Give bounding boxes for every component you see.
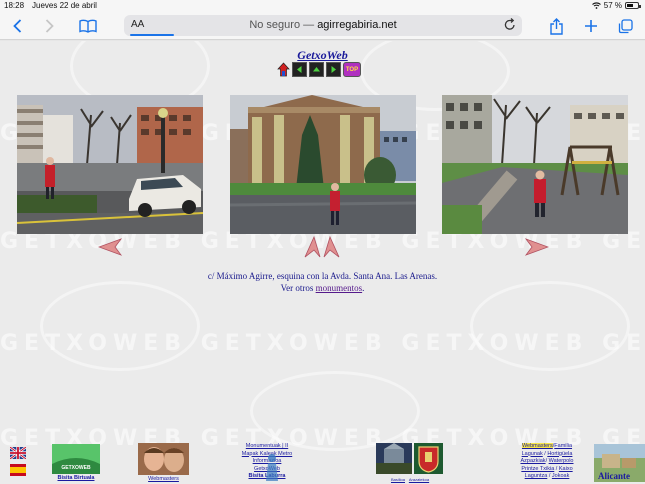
right-link-row: Laguntza / Jokoak	[513, 473, 581, 481]
laguntza-link[interactable]: Laguntza	[525, 473, 548, 479]
reload-button[interactable]	[504, 18, 516, 34]
statue-icon	[266, 454, 278, 481]
next-photo-arrow[interactable]	[524, 238, 550, 261]
right-link-row: Printze Txikia / Kaixo	[513, 466, 581, 474]
webmasters-photo[interactable]	[138, 443, 189, 475]
home-icon	[276, 62, 290, 77]
azpazkiak-link[interactable]: Azpazkiak	[520, 458, 545, 464]
caption-more-prefix: Ver otros	[280, 283, 314, 293]
top-button[interactable]: TOP	[343, 62, 361, 77]
previous-photo-arrow[interactable]	[97, 238, 123, 261]
alicante-photo[interactable]: Alicante	[594, 444, 645, 482]
caption-more-line: Ver otros monumentos.	[0, 282, 645, 294]
arrow-left-icon	[297, 66, 302, 73]
chevron-left-icon	[12, 19, 21, 33]
bookmarks-button[interactable]	[78, 16, 98, 36]
up-photo-arrow[interactable]	[304, 235, 340, 263]
caption-period: .	[362, 283, 365, 293]
back-button[interactable]	[10, 16, 24, 36]
background-swirl	[470, 281, 630, 371]
status-bar: 18:28 Jueves 22 de abril 57 %	[0, 0, 645, 12]
printze-txikia-link[interactable]: Printze Txikia	[521, 466, 554, 472]
status-indicators: 57 %	[591, 1, 641, 10]
previous-button[interactable]	[292, 62, 307, 77]
right-link-row: Lagunak / Hortigüela	[513, 451, 581, 459]
church-photo-center-image	[230, 95, 416, 234]
caption-location: c/ Máximo Agirre, esquina con la Avda. S…	[207, 271, 438, 281]
monumentos-link[interactable]: monumentos	[316, 283, 363, 293]
background-swirl	[40, 281, 200, 371]
lagunak-link[interactable]: Lagunak	[522, 451, 543, 457]
webmasters-right-link[interactable]: Webmasters	[521, 443, 553, 449]
waterpolo-link[interactable]: Waterpolo	[549, 458, 574, 464]
browser-toolbar: AA No seguro — agirregabiria.net	[0, 12, 645, 40]
hortiguela-link[interactable]: Hortigüela	[547, 451, 572, 457]
spain-flag-icon[interactable]	[10, 464, 26, 476]
plus-icon	[585, 20, 597, 32]
getxoweb-logo[interactable]: GETXOWEB	[52, 444, 100, 474]
bisita-birtuala-link[interactable]: Bisita Birtuala	[52, 475, 100, 481]
battery-percent: 57 %	[603, 1, 622, 10]
kaixo-link[interactable]: Kaixo	[559, 466, 573, 472]
battery-icon	[625, 2, 641, 9]
basilica-photo[interactable]	[376, 443, 412, 474]
coat-of-arms-image	[414, 443, 443, 474]
share-icon	[549, 17, 563, 35]
up-button[interactable]	[309, 62, 324, 77]
arrows-up-icon	[304, 235, 340, 258]
wifi-icon	[591, 2, 601, 9]
top-label: TOP	[345, 66, 359, 73]
right-link-row: Webmasters/Familia	[513, 443, 581, 451]
url-domain: agirregabiria.net	[317, 19, 397, 31]
status-time: 18:28	[4, 1, 25, 10]
street-photo-left[interactable]	[17, 95, 203, 234]
familia-link[interactable]: Familia	[554, 443, 572, 449]
basilioa-link[interactable]: Basilioa	[390, 477, 406, 482]
right-link-row: Azpazkiak/ Waterpolo	[513, 458, 581, 466]
share-button[interactable]	[547, 16, 565, 36]
new-tab-button[interactable]	[582, 16, 600, 36]
webmasters-link[interactable]: Webmasters	[138, 476, 189, 482]
url-display[interactable]: No seguro — agirregabiria.net	[124, 19, 522, 31]
getxoweb-logo-text: GETXOWEB	[61, 465, 91, 471]
home-button[interactable]	[276, 62, 290, 77]
right-links: Webmasters/Familia Lagunak / Hortigüela …	[513, 443, 581, 481]
arazatekoa-link[interactable]: Arazatekoa	[408, 477, 430, 482]
reload-icon	[504, 18, 515, 30]
tabs-icon	[618, 18, 633, 33]
loading-progress-bar	[130, 34, 174, 36]
uk-flag-icon[interactable]	[10, 447, 26, 459]
alicante-label: Alicante	[598, 471, 630, 481]
tabs-button[interactable]	[616, 16, 634, 36]
forward-button[interactable]	[42, 16, 56, 36]
arrow-up-icon	[313, 67, 320, 72]
footer-strip: GETXOWEB Bisita Birtuala Webmasters Monu…	[0, 439, 645, 484]
background-watermark: GETXOWEB GETXOWEB GETXOWEB GETXOWEB	[0, 331, 645, 356]
page-navigation: TOP	[276, 62, 361, 77]
monumentuak-link[interactable]: Monumentuak | II	[232, 443, 302, 451]
chevron-right-icon	[45, 19, 54, 33]
coat-of-arms[interactable]	[414, 443, 443, 474]
jokoak-link[interactable]: Jokoak	[552, 473, 569, 479]
status-date: Jueves 22 de abril	[32, 1, 97, 10]
photo-caption: c/ Máximo Agirre, esquina con la Avda. S…	[0, 270, 645, 294]
arrow-right-icon	[331, 66, 336, 73]
basilica-photo-image	[376, 443, 412, 474]
url-security-label: No seguro —	[249, 19, 315, 31]
address-bar[interactable]: AA No seguro — agirregabiria.net	[124, 15, 522, 36]
plaza-photo-right-image	[442, 95, 628, 234]
plaza-photo-right[interactable]	[442, 95, 628, 234]
arrow-right-icon	[524, 238, 550, 256]
church-photo-center[interactable]	[230, 95, 416, 234]
web-page: GETXOWEB GETXOWEB GETXOWEB GETXOWEB GETX…	[0, 41, 645, 484]
street-photo-left-image	[17, 95, 203, 234]
arrow-left-icon	[97, 238, 123, 256]
book-icon	[79, 19, 97, 33]
next-button[interactable]	[326, 62, 341, 77]
webmasters-photo-image	[138, 443, 189, 475]
site-title-link[interactable]: GetxoWeb	[0, 48, 645, 63]
